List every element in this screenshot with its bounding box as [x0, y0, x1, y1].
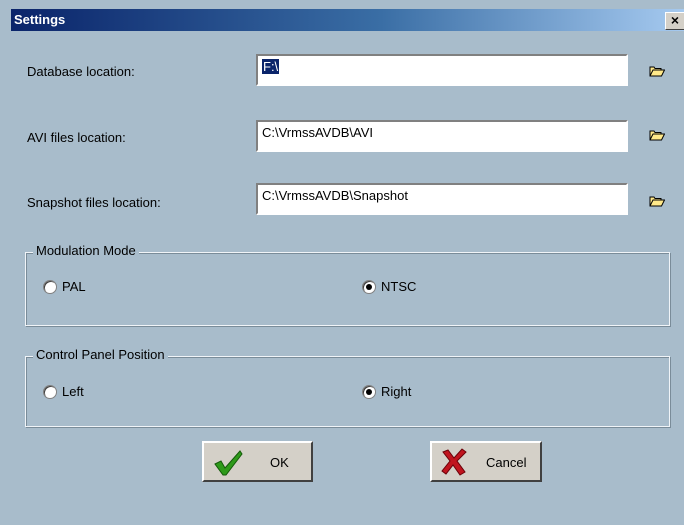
- settings-dialog: Settings × Database location: F:\ AVI fi…: [0, 0, 684, 525]
- radio-pal[interactable]: [43, 280, 57, 294]
- radio-ntsc[interactable]: [362, 280, 376, 294]
- radio-right[interactable]: [362, 385, 376, 399]
- snapshot-location-input[interactable]: C:\VrmssAVDB\Snapshot: [256, 183, 628, 215]
- database-location-input[interactable]: F:\: [256, 54, 628, 86]
- cancel-x-icon: [441, 448, 467, 476]
- radio-right-label: Right: [381, 384, 412, 399]
- snapshot-location-value: C:\VrmssAVDB\Snapshot: [262, 188, 408, 203]
- modulation-mode-title: Modulation Mode: [33, 243, 139, 258]
- radio-left-label: Left: [62, 384, 84, 399]
- close-button[interactable]: ×: [665, 12, 684, 30]
- control-panel-position-title: Control Panel Position: [33, 347, 168, 362]
- database-location-value: F:\: [262, 59, 280, 74]
- modulation-mode-group: [25, 252, 670, 326]
- folder-open-icon[interactable]: [649, 129, 665, 141]
- radio-ntsc-label: NTSC: [381, 279, 417, 294]
- avi-location-label: AVI files location:: [27, 130, 126, 145]
- folder-open-icon[interactable]: [649, 195, 665, 207]
- cancel-button-label: Cancel: [486, 455, 527, 470]
- title-bar: Settings ×: [11, 9, 684, 31]
- radio-pal-label: PAL: [62, 279, 86, 294]
- checkmark-icon: [214, 450, 243, 476]
- folder-open-icon[interactable]: [649, 65, 665, 77]
- control-panel-position-group: [25, 356, 670, 427]
- dialog-body: Database location: F:\ AVI files locatio…: [11, 31, 684, 525]
- radio-selected-dot: [366, 284, 372, 290]
- radio-selected-dot: [366, 389, 372, 395]
- radio-left[interactable]: [43, 385, 57, 399]
- snapshot-location-label: Snapshot files location:: [27, 195, 161, 210]
- ok-button-label: OK: [270, 455, 289, 470]
- avi-location-input[interactable]: C:\VrmssAVDB\AVI: [256, 120, 628, 152]
- ok-button[interactable]: OK: [202, 441, 313, 482]
- database-location-label: Database location:: [27, 64, 135, 79]
- avi-location-value: C:\VrmssAVDB\AVI: [262, 125, 373, 140]
- window-title: Settings: [14, 12, 66, 27]
- cancel-button[interactable]: Cancel: [430, 441, 542, 482]
